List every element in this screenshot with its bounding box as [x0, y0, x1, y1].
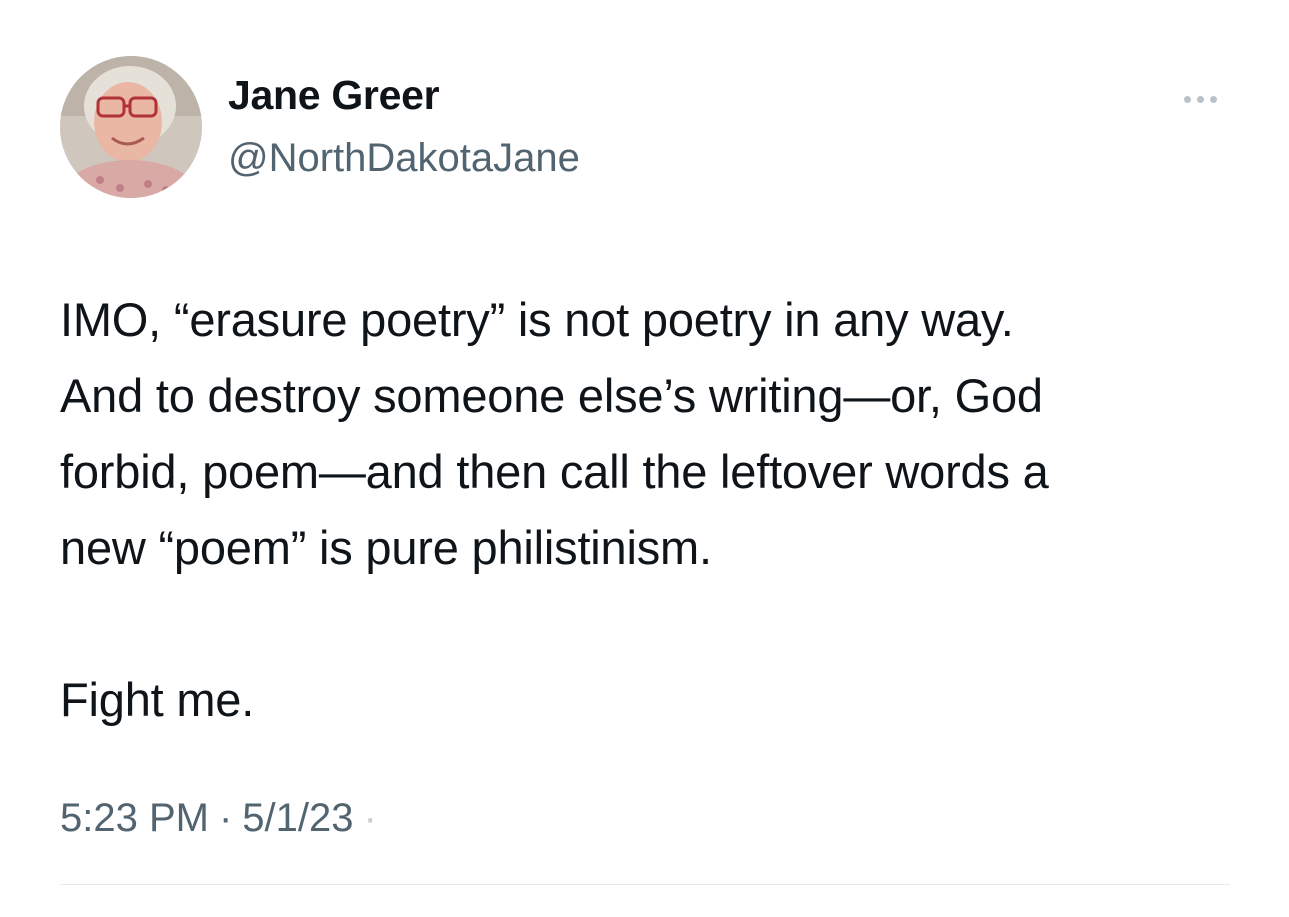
tweet-text-line: new “poem” is pure philistinism. [60, 521, 712, 574]
more-horizontal-icon [1196, 95, 1204, 103]
tweet-card: Jane Greer @NorthDakotaJane IMO, “erasur… [0, 0, 1289, 917]
tweet-metadata: 5:23 PM · 5/1/23 · [60, 796, 377, 841]
avatar-photo [60, 56, 202, 198]
tweet-date[interactable]: 5/1/23 [242, 796, 353, 840]
tweet-text-closing: Fight me. [60, 673, 255, 726]
meta-separator: · [363, 796, 377, 840]
tweet-text-line: IMO, “erasure poetry” is not poetry in a… [60, 293, 1014, 346]
tweet-text-line: forbid, poem—and then call the leftover … [60, 445, 1049, 498]
user-handle[interactable]: @NorthDakotaJane [228, 136, 580, 181]
display-name[interactable]: Jane Greer [228, 72, 440, 119]
more-options-button[interactable] [1172, 84, 1228, 114]
divider [60, 884, 1230, 885]
meta-separator: · [218, 796, 233, 840]
tweet-time[interactable]: 5:23 PM [60, 796, 209, 840]
more-horizontal-icon [1183, 95, 1191, 103]
tweet-text-line: And to destroy someone else’s writing—or… [60, 369, 1043, 422]
more-horizontal-icon [1209, 95, 1217, 103]
avatar[interactable] [60, 56, 202, 198]
tweet-text: IMO, “erasure poetry” is not poetry in a… [60, 282, 1250, 738]
